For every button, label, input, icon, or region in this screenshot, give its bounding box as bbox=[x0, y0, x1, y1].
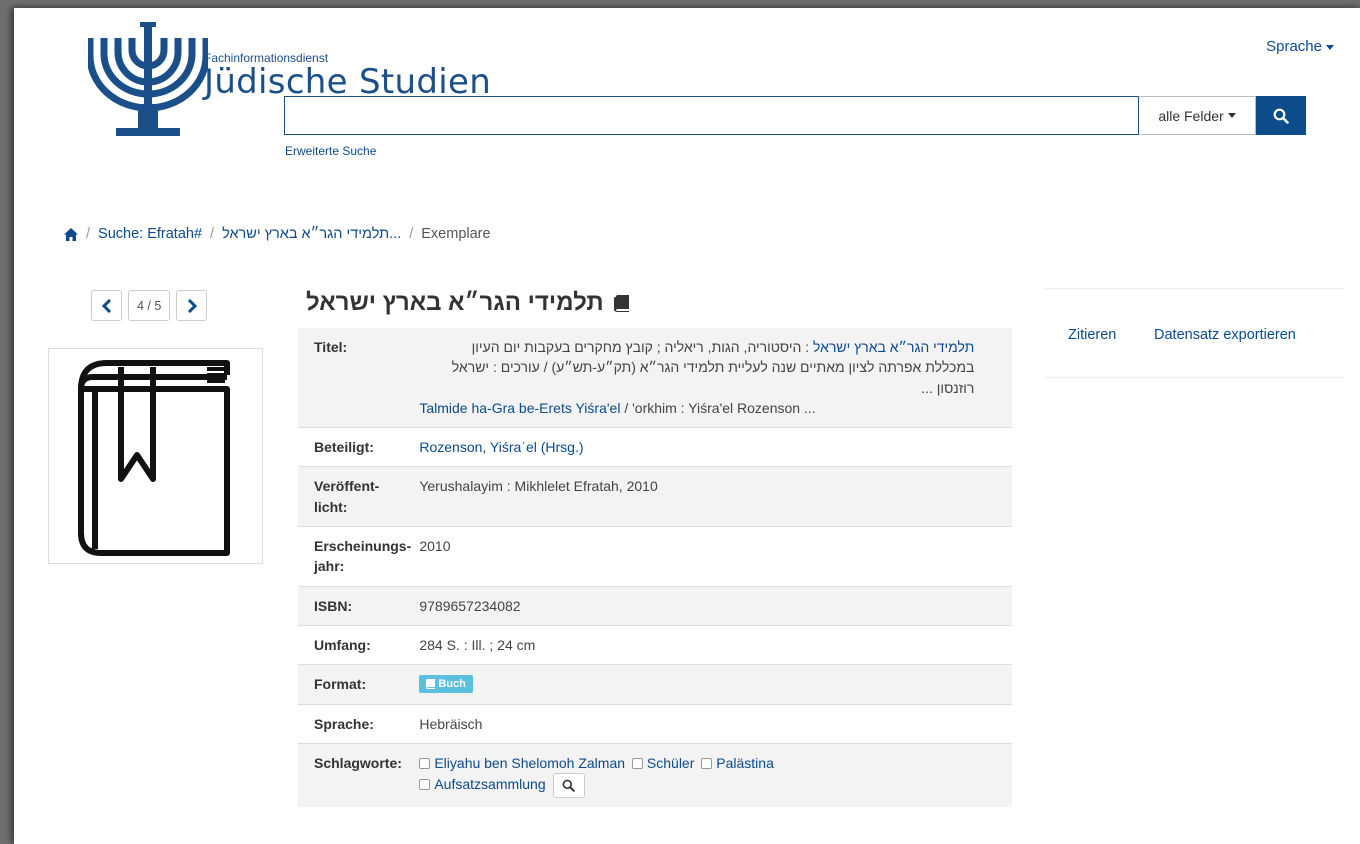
table-row: Umfang: 284 S. : Ill. ; 24 cm bbox=[298, 625, 1012, 664]
book-cover-icon bbox=[78, 360, 230, 556]
umfang-label: Umfang: bbox=[314, 636, 371, 653]
sprache-value: Hebräisch bbox=[419, 715, 483, 732]
titel-value: תלמידי הגר״א בארץ ישראל : היסטוריה, הגות… bbox=[419, 328, 1012, 428]
language-label: Sprache bbox=[1266, 38, 1322, 55]
search-bar: alle Felder bbox=[284, 96, 1306, 135]
beteiligt-link[interactable]: Rozenson, Yiśraʾel (Hrsg.) bbox=[419, 439, 583, 455]
breadcrumb: / Suche: Efratah# / ...תלמידי הגר״א בארץ… bbox=[64, 226, 491, 242]
search-input[interactable] bbox=[284, 96, 1138, 135]
home-icon[interactable] bbox=[64, 227, 78, 241]
record-pager: 4 / 5 bbox=[91, 290, 208, 321]
record-actions: Zitieren Datensatz exportieren bbox=[1044, 288, 1344, 378]
titel-translit-link[interactable]: Talmide ha-Gra be-Erets Yiśra'el bbox=[419, 400, 620, 416]
subject-link[interactable]: Eliyahu ben Shelomoh Zalman bbox=[434, 755, 625, 771]
veroeff-label: Veröffent- licht: bbox=[314, 478, 380, 515]
advanced-search-link[interactable]: Erweiterte Suche bbox=[285, 144, 376, 158]
jahr-value: 2010 bbox=[419, 538, 451, 555]
titel-label: Titel: bbox=[314, 339, 348, 355]
cover-image bbox=[48, 348, 263, 564]
table-row: Beteiligt: Rozenson, Yiśraʾel (Hrsg.) bbox=[298, 427, 1012, 467]
cite-link[interactable]: Zitieren bbox=[1068, 327, 1116, 343]
subject-checkbox[interactable] bbox=[419, 757, 431, 769]
search-field-select[interactable]: alle Felder bbox=[1138, 96, 1256, 135]
titel-translit-rest: / 'orkhim : Yiśra'el Rozenson ... bbox=[620, 399, 816, 416]
breadcrumb-separator: / bbox=[210, 226, 215, 242]
chevron-left-icon bbox=[101, 298, 111, 313]
subject-checkbox[interactable] bbox=[419, 779, 431, 791]
record-title: תלמידי הגר״א בארץ ישראל bbox=[306, 288, 646, 318]
search-icon bbox=[1273, 108, 1289, 124]
language-menu[interactable]: Sprache bbox=[1266, 38, 1334, 55]
caret-down-icon bbox=[1326, 44, 1334, 50]
caret-down-icon bbox=[1227, 113, 1236, 118]
subject-checkbox[interactable] bbox=[631, 757, 643, 769]
breadcrumb-current: Exemplare bbox=[421, 226, 491, 242]
beteiligt-label: Beteiligt: bbox=[314, 439, 374, 456]
book-icon bbox=[426, 679, 436, 690]
table-row: Sprache: Hebräisch bbox=[298, 704, 1012, 743]
table-row: Erscheinungs- jahr: 2010 bbox=[298, 526, 1012, 587]
table-row: Format: Buch bbox=[298, 664, 1012, 705]
isbn-label: ISBN: bbox=[314, 597, 353, 614]
table-row: Veröffent- licht: Yerushalayim : Mikhlel… bbox=[298, 466, 1012, 527]
next-record-button[interactable] bbox=[176, 290, 208, 321]
subject-link[interactable]: Aufsatzsammlung bbox=[434, 776, 545, 792]
isbn-value: 9789657234082 bbox=[419, 597, 521, 614]
breadcrumb-record-link[interactable]: ...תלמידי הגר״א בארץ ישראל bbox=[222, 226, 401, 242]
menorah-icon bbox=[88, 22, 208, 136]
search-field-label: alle Felder bbox=[1158, 107, 1224, 124]
format-label: Format: bbox=[314, 676, 367, 693]
titel-hebrew-link[interactable]: תלמידי הגר״א בארץ ישראל bbox=[813, 339, 974, 355]
search-icon bbox=[562, 779, 575, 792]
record-details-table: Titel: תלמידי הגר״א בארץ ישראל : היסטורי… bbox=[298, 328, 1012, 808]
jahr-label: Erscheinungs- jahr: bbox=[314, 538, 412, 575]
sprache-label: Sprache: bbox=[314, 715, 374, 732]
subject-link[interactable]: Palästina bbox=[716, 755, 774, 771]
export-link[interactable]: Datensatz exportieren bbox=[1154, 327, 1296, 343]
subject-checkbox[interactable] bbox=[701, 757, 713, 769]
page: Fachinformationsdienst Jüdische Studien … bbox=[14, 8, 1360, 844]
umfang-value: 284 S. : Ill. ; 24 cm bbox=[419, 636, 536, 653]
breadcrumb-search-link[interactable]: Suche: Efratah# bbox=[98, 226, 202, 242]
format-value: Buch bbox=[438, 678, 466, 691]
table-row: ISBN: 9789657234082 bbox=[298, 586, 1012, 626]
record-position: 4 / 5 bbox=[128, 290, 171, 321]
schlagworte-label: Schlagworte: bbox=[314, 754, 402, 771]
record-title-text: תלמידי הגר״א בארץ ישראל bbox=[306, 289, 604, 316]
book-icon bbox=[613, 294, 629, 312]
table-row: Titel: תלמידי הגר״א בארץ ישראל : היסטורי… bbox=[298, 328, 1012, 428]
subject-search-button[interactable] bbox=[552, 773, 585, 799]
format-badge: Buch bbox=[419, 675, 473, 694]
chevron-right-icon bbox=[187, 298, 197, 313]
table-row: Schlagworte: Eliyahu ben Shelomoh Zalman… bbox=[298, 743, 1012, 808]
subject-link[interactable]: Schüler bbox=[647, 755, 694, 771]
titel-hebrew: תלמידי הגר״א בארץ ישראל : היסטוריה, הגות… bbox=[419, 337, 975, 398]
search-button[interactable] bbox=[1256, 96, 1306, 135]
breadcrumb-separator: / bbox=[409, 226, 414, 242]
previous-record-button[interactable] bbox=[91, 290, 122, 321]
veroeff-value: Yerushalayim : Mikhlelet Efratah, 2010 bbox=[419, 478, 658, 495]
schlagworte-list: Eliyahu ben Shelomoh Zalman Schüler Palä… bbox=[419, 743, 1012, 807]
breadcrumb-separator: / bbox=[86, 226, 91, 242]
